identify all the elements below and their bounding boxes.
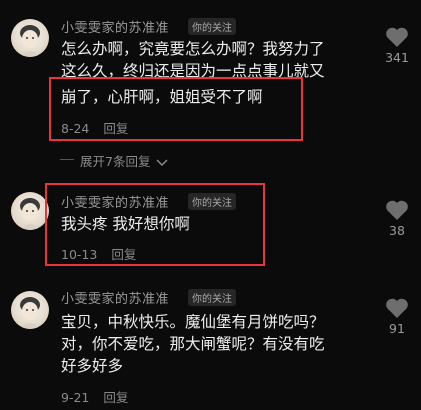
avatar[interactable] — [11, 291, 49, 329]
like-count: 91 — [389, 321, 405, 336]
comment-item: 小雯雯家的苏准准 你的关注 怎么办啊，究竟要怎么办啊？我努力了 这么久，终归还是… — [0, 0, 421, 180]
comment-text: 怎么办啊，究竟要怎么办啊？我努力了 — [61, 38, 361, 60]
heart-icon — [386, 200, 408, 220]
like-button[interactable]: 91 — [382, 297, 412, 336]
reply-button[interactable]: 回复 — [103, 390, 128, 405]
highlight-box — [49, 77, 303, 141]
follow-tag: 你的关注 — [188, 289, 236, 306]
comment-text: 宝贝，中秋快乐。魔仙堡有月饼吃吗？ 对，你不爱吃，那大闸蟹呢？有没有吃 好多好多 — [61, 311, 361, 377]
comment-line: 这么久，终归还是因为一点点事儿就又 — [61, 62, 325, 78]
follow-tag: 你的关注 — [188, 18, 236, 35]
comment-text-clipped: 这么久，终归还是因为一点点事儿就又 — [61, 60, 371, 78]
expand-replies-label: 展开7条回复 — [80, 154, 151, 169]
comment-date: 9-21 — [61, 390, 90, 405]
comment-line: 宝贝，中秋快乐。魔仙堡有月饼吃吗？ — [61, 313, 325, 331]
heart-icon — [386, 27, 408, 47]
avatar[interactable] — [11, 192, 49, 230]
comment-line: 好多好多 — [61, 357, 124, 375]
comment-item: 小雯雯家的苏准准 你的关注 宝贝，中秋快乐。魔仙堡有月饼吃吗？ 对，你不爱吃，那… — [0, 280, 421, 410]
heart-icon — [386, 298, 408, 318]
chevron-down-icon — [156, 158, 168, 166]
username[interactable]: 小雯雯家的苏准准 — [61, 17, 169, 36]
like-count: 341 — [385, 50, 409, 65]
comment-line: 怎么办啊，究竟要怎么办啊？我努力了 — [61, 40, 325, 58]
username[interactable]: 小雯雯家的苏准准 — [61, 288, 169, 307]
highlight-box — [45, 183, 265, 266]
expand-replies-button[interactable]: 展开7条回复 — [60, 151, 168, 170]
like-count: 38 — [389, 223, 405, 238]
comment-item: 小雯雯家的苏准准 你的关注 我头疼 我好想你啊 10-13 回复 38 — [0, 180, 421, 280]
like-button[interactable]: 38 — [382, 199, 412, 238]
comment-meta: 9-21 回复 — [61, 387, 128, 406]
like-button[interactable]: 341 — [382, 26, 412, 65]
comment-line: 对，你不爱吃，那大闸蟹呢？有没有吃 — [61, 335, 325, 353]
divider-line — [60, 159, 74, 160]
avatar[interactable] — [11, 19, 49, 57]
